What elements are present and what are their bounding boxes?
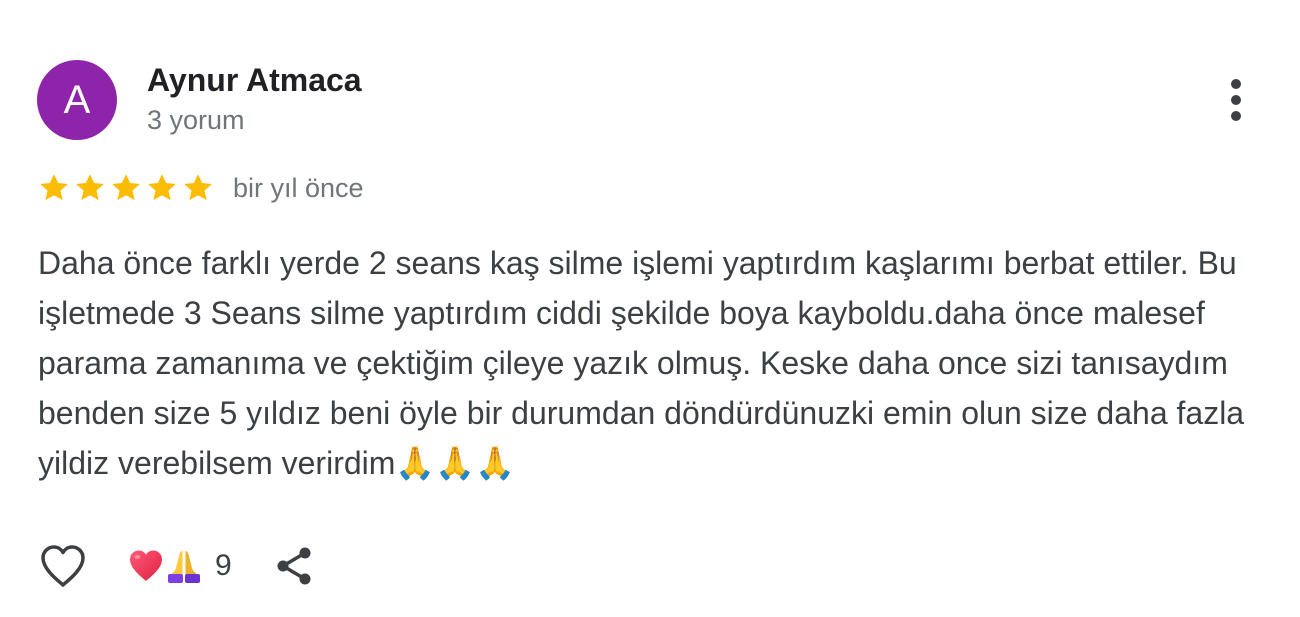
review-emoji: 🙏🙏🙏: [395, 444, 515, 482]
more-options-button[interactable]: [1214, 76, 1258, 124]
avatar-initial: A: [63, 77, 91, 122]
review-date: bir yıl önce: [233, 172, 364, 203]
share-icon: [277, 547, 311, 585]
like-button[interactable]: [37, 540, 89, 592]
review-text: Daha önce farklı yerde 2 seans kaş silme…: [38, 238, 1268, 488]
share-button[interactable]: [270, 540, 318, 592]
more-vert-icon: [1231, 79, 1241, 89]
reaction-count: 9: [215, 549, 232, 582]
star-rating: [37, 171, 215, 205]
star-icon: [184, 174, 212, 201]
author-review-count: 3 yorum: [147, 105, 245, 135]
more-vert-icon-dot: [1231, 111, 1241, 121]
star-icon: [112, 174, 140, 201]
heart-outline-icon: [41, 545, 85, 587]
heart-emoji-icon: [130, 550, 162, 581]
more-vert-icon-dot: [1231, 95, 1241, 105]
review-actions: 9: [37, 540, 318, 592]
star-icon: [76, 174, 104, 201]
reactions-summary[interactable]: 9: [127, 547, 232, 585]
rating-row: bir yıl önce: [37, 170, 364, 206]
review-card: A Aynur Atmaca 3 yorum bir yıl önce Daha…: [0, 0, 1300, 617]
avatar[interactable]: A: [37, 60, 117, 140]
star-icon: [148, 174, 176, 201]
folded-hands-emoji-icon: [168, 551, 200, 583]
star-icon: [40, 174, 68, 201]
author-name[interactable]: Aynur Atmaca: [147, 62, 362, 99]
review-body: Daha önce farklı yerde 2 seans kaş silme…: [38, 245, 1245, 481]
